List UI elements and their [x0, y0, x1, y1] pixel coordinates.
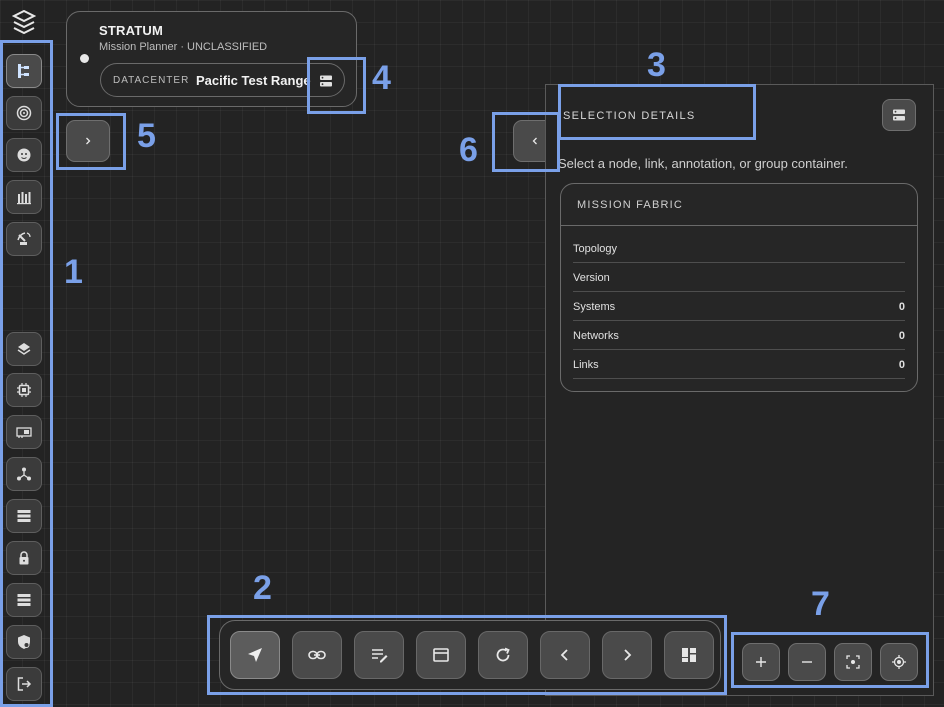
- zoom-out-icon: [802, 661, 812, 663]
- undo-icon: [560, 649, 568, 661]
- zoom-out-button[interactable]: [788, 643, 826, 681]
- datacenter-selector[interactable]: DATACENTER Pacific Test Range: [100, 63, 345, 97]
- redo-button[interactable]: [602, 631, 652, 679]
- fit-view-button[interactable]: [834, 643, 872, 681]
- hub-icon: [17, 467, 31, 481]
- datacenter-label: DATACENTER: [113, 75, 190, 86]
- datacenter-switch-button[interactable]: [317, 72, 335, 90]
- group-container-icon: [433, 648, 449, 662]
- chevron-left-icon: [532, 137, 537, 145]
- fabric-row-version: Version: [573, 263, 905, 292]
- redo-icon: [624, 649, 632, 661]
- network-card-icon: [16, 427, 32, 438]
- layout-dashboard-button[interactable]: [664, 631, 714, 679]
- fabric-row-topology: Topology: [573, 234, 905, 263]
- center-icon: [892, 655, 906, 669]
- datacenter-value: Pacific Test Range: [196, 73, 311, 88]
- fabric-row-label: Links: [573, 359, 599, 371]
- fit-view-icon: [846, 655, 860, 669]
- server-list-icon: [17, 510, 31, 522]
- canvas-toolbar: [219, 620, 721, 690]
- expand-left-panel-button[interactable]: [66, 120, 110, 162]
- fabric-row-systems: Systems 0: [573, 292, 905, 321]
- shield-icon: [18, 635, 30, 649]
- link-tool-icon: [308, 650, 326, 660]
- server-icon: [893, 109, 905, 121]
- annotation-label-3: 3: [647, 46, 666, 84]
- fabric-row-networks: Networks 0: [573, 321, 905, 350]
- rail-server-rack-button[interactable]: [6, 583, 42, 617]
- select-tool-icon: [248, 648, 262, 662]
- app-title: STRATUM: [99, 23, 163, 38]
- fabric-title: MISSION FABRIC: [561, 184, 917, 226]
- cpu-icon: [17, 383, 31, 397]
- fabric-row-label: Networks: [573, 330, 619, 342]
- lock-icon: [19, 551, 29, 565]
- server-icon: [320, 75, 332, 87]
- fabric-row-label: Systems: [573, 301, 616, 313]
- annotation-label-2: 2: [253, 569, 272, 607]
- app-subtitle: Mission Planner · UNCLASSIFIED: [99, 41, 268, 53]
- annotation-label-7: 7: [811, 585, 830, 623]
- rail-cpu-button[interactable]: [6, 373, 42, 407]
- rail-satellite-button[interactable]: [6, 222, 42, 256]
- rail-topology-button[interactable]: [6, 54, 42, 88]
- satellite-dish-icon: [17, 232, 31, 245]
- fabric-row-value: 0: [898, 359, 905, 371]
- refresh-icon: [496, 647, 510, 662]
- zoom-in-icon: [756, 657, 766, 667]
- server-rack-icon: [17, 594, 31, 606]
- panel-title: SELECTION DETAILS: [563, 110, 696, 122]
- refresh-button[interactable]: [478, 631, 528, 679]
- fabric-row-label: Version: [573, 272, 610, 284]
- mission-fabric-card: MISSION FABRIC Topology Version Systems …: [560, 183, 918, 392]
- link-tool-button[interactable]: [292, 631, 342, 679]
- select-tool-button[interactable]: [230, 631, 280, 679]
- annotation-label-1: 1: [64, 253, 83, 291]
- annotation-label-5: 5: [137, 117, 156, 155]
- undo-button[interactable]: [540, 631, 590, 679]
- fabric-row-links: Links 0: [573, 350, 905, 379]
- fabric-row-value: 0: [898, 330, 905, 342]
- rail-target-button[interactable]: [6, 96, 42, 130]
- stratum-logo-icon: [12, 10, 36, 36]
- fabric-row-label: Topology: [573, 243, 618, 255]
- panel-server-button[interactable]: [882, 99, 916, 131]
- header-card: STRATUM Mission Planner · UNCLASSIFIED D…: [66, 11, 357, 107]
- rail-network-card-button[interactable]: [6, 415, 42, 449]
- inventory-icon: [17, 192, 31, 205]
- rail-server-list-button[interactable]: [6, 499, 42, 533]
- rail-hub-button[interactable]: [6, 457, 42, 491]
- annotation-label-6: 6: [459, 131, 478, 169]
- rail-lock-button[interactable]: [6, 541, 42, 575]
- logout-icon: [17, 677, 32, 691]
- target-icon: [16, 105, 32, 121]
- chevron-right-icon: [86, 137, 91, 145]
- topology-icon: [18, 64, 29, 78]
- rail-logout-button[interactable]: [6, 667, 42, 701]
- bug-icon: [17, 148, 31, 162]
- center-view-button[interactable]: [880, 643, 918, 681]
- selection-details-panel: SELECTION DETAILS Select a node, link, a…: [545, 84, 934, 696]
- left-rail: [0, 0, 48, 707]
- rail-bug-button[interactable]: [6, 138, 42, 172]
- annotation-label-4: 4: [372, 59, 391, 97]
- layout-dashboard-icon: [682, 648, 696, 662]
- rail-layers-button[interactable]: [6, 332, 42, 366]
- status-indicator: [80, 54, 89, 63]
- rail-shield-button[interactable]: [6, 625, 42, 659]
- zoom-in-button[interactable]: [742, 643, 780, 681]
- selection-hint: Select a node, link, annotation, or grou…: [558, 156, 848, 171]
- annotate-tool-button[interactable]: [354, 631, 404, 679]
- annotate-tool-icon: [372, 649, 388, 663]
- layers-icon: [17, 343, 31, 355]
- rail-inventory-button[interactable]: [6, 180, 42, 214]
- fabric-row-value: 0: [898, 301, 905, 313]
- group-container-button[interactable]: [416, 631, 466, 679]
